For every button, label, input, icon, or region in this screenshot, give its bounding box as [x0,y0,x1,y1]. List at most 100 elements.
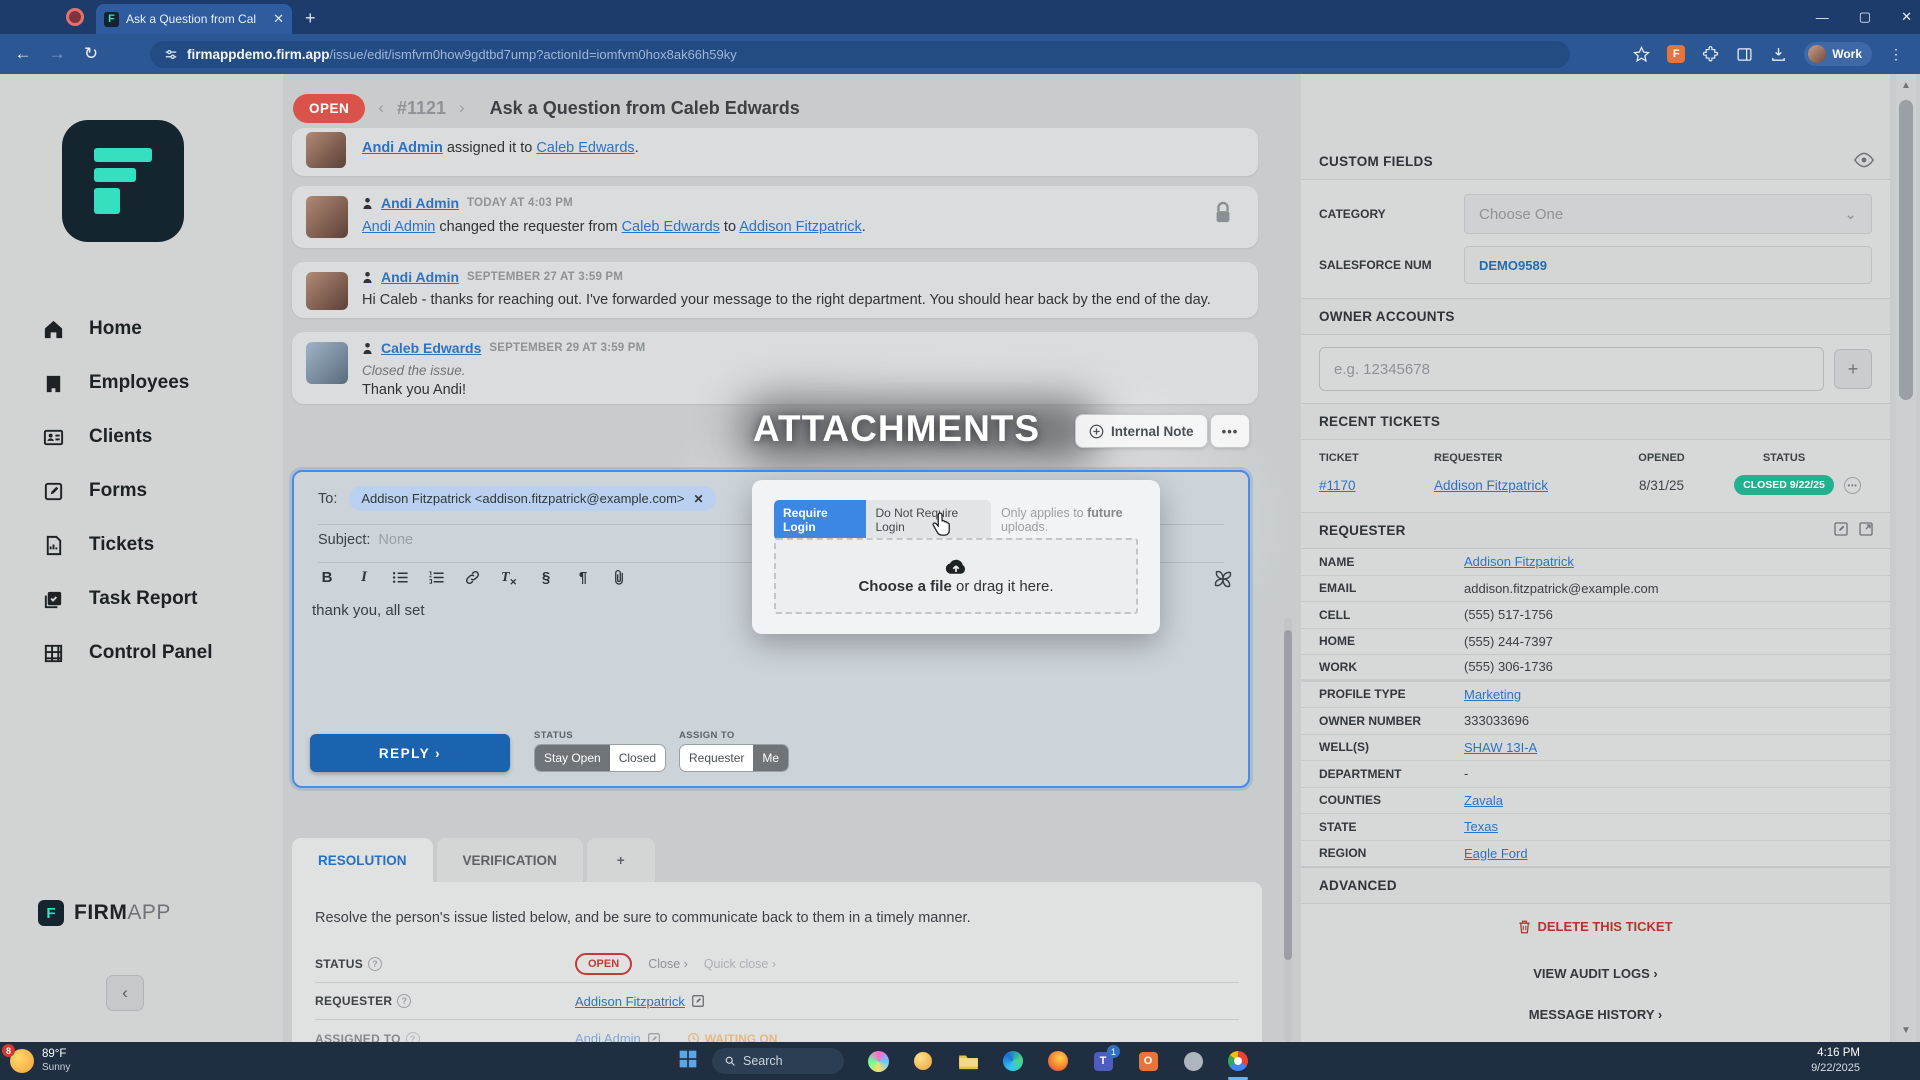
scroll-up-icon[interactable]: ▲ [1896,80,1916,91]
scroll-down-icon[interactable]: ▼ [1896,1025,1916,1036]
author-link[interactable]: Andi Admin [381,269,459,285]
old-requester-link[interactable]: Caleb Edwards [622,219,720,235]
numbered-list-icon[interactable] [428,570,445,585]
category-select[interactable]: Choose One ⌄ [1464,194,1872,234]
attachments-more-button[interactable]: ••• [1210,414,1250,448]
taskbar-search[interactable]: Search [712,1048,844,1074]
side-panel-icon[interactable] [1736,46,1753,63]
attach-file-icon[interactable] [611,569,627,586]
window-maximize-button[interactable]: ▢ [1859,9,1871,25]
browser-tab[interactable]: F Ask a Question from Caleb Edw ✕ [96,4,292,34]
require-login-toggle[interactable]: Require Login [774,500,866,540]
settings-app-icon[interactable] [1181,1049,1205,1073]
edit-box-icon[interactable] [691,994,705,1008]
sidebar-item-forms[interactable]: Forms [0,464,283,518]
internal-note-button[interactable]: Internal Note [1075,414,1208,448]
sidebar-item-tickets[interactable]: Tickets [0,518,283,572]
profile-type-link[interactable]: Marketing [1464,687,1521,702]
ticket-requester-link[interactable]: Addison Fitzpatrick [1434,478,1599,493]
requester-link[interactable]: Addison Fitzpatrick [575,994,685,1009]
do-not-require-login-toggle[interactable]: Do Not Require Login [866,500,991,540]
chrome-icon[interactable] [1226,1049,1250,1073]
start-button[interactable] [678,1049,698,1074]
author-link[interactable]: Andi Admin [362,140,443,156]
bookmark-star-icon[interactable] [1633,46,1650,63]
next-ticket-icon[interactable]: › [459,98,465,118]
bullet-list-icon[interactable] [392,570,409,585]
counties-link[interactable]: Zavala [1464,793,1503,808]
pinwheel-icon[interactable] [1212,568,1234,595]
window-minimize-button[interactable]: — [1816,10,1829,25]
sidebar-item-clients[interactable]: Clients [0,410,283,464]
reply-button[interactable]: REPLY › [310,734,510,772]
help-icon[interactable]: ? [368,957,382,971]
refresh-icon[interactable]: ↻ [74,44,108,64]
teams-icon[interactable]: T1 [1091,1049,1115,1073]
sidebar-item-task-report[interactable]: Task Report [0,572,283,626]
link-icon[interactable] [464,569,481,586]
site-settings-icon[interactable] [164,48,178,62]
paragraph-icon[interactable]: ¶ [574,569,592,586]
tab-add[interactable]: + [587,838,655,882]
file-dropzone[interactable]: Choose a file or drag it here. [774,538,1138,614]
view-audit-logs-link[interactable]: VIEW AUDIT LOGS › [1301,957,1890,990]
firmapp-logo[interactable] [62,120,184,242]
author-link[interactable]: Andi Admin [381,195,459,211]
edge-icon[interactable] [1001,1049,1025,1073]
ticket-link[interactable]: #1170 [1319,478,1434,493]
window-close-button[interactable]: ✕ [1901,9,1912,25]
assign-me-toggle[interactable]: Me [753,745,788,771]
reply-body-input[interactable]: thank you, all set [312,602,425,619]
eye-icon[interactable] [1854,152,1874,168]
download-icon[interactable] [1770,46,1787,63]
page-scrollbar[interactable]: ▲ ▼ [1896,74,1916,1042]
add-owner-account-button[interactable]: + [1834,349,1872,389]
bold-icon[interactable]: B [318,569,336,586]
subject-input[interactable]: None [378,532,413,548]
closed-toggle[interactable]: Closed [610,745,665,771]
tab-close-icon[interactable]: ✕ [273,11,284,27]
choose-file-text[interactable]: Choose a file or drag it here. [858,578,1053,595]
quick-close-action[interactable]: Quick close › [704,957,776,971]
browser-menu-icon[interactable]: ⋮ [1889,46,1904,63]
taskbar-clock[interactable]: 4:16 PM 9/22/2025 [1811,1046,1860,1076]
wells-link[interactable]: SHAW 13I-A [1464,740,1537,755]
tab-resolution[interactable]: RESOLUTION [292,838,433,882]
italic-icon[interactable]: I [355,569,373,586]
owner-account-input[interactable]: e.g. 12345678 [1319,347,1824,391]
region-link[interactable]: Eagle Ford [1464,846,1528,861]
copilot-icon[interactable] [866,1049,890,1073]
new-tab-button[interactable]: + [305,8,316,29]
forward-icon[interactable]: → [40,44,74,64]
bing-weather-icon[interactable] [911,1049,935,1073]
tab-verification[interactable]: VERIFICATION [437,838,583,882]
content-scrollbar[interactable] [1284,618,1292,1042]
external-link-icon[interactable] [1858,521,1874,537]
message-history-link[interactable]: MESSAGE HISTORY › [1301,998,1890,1031]
sidebar-item-control-panel[interactable]: Control Panel [0,626,283,680]
prev-ticket-icon[interactable]: ‹ [378,98,384,118]
requester-name-link[interactable]: Addison Fitzpatrick [1464,554,1574,569]
back-icon[interactable]: ← [6,44,40,64]
assign-requester-toggle[interactable]: Requester [680,745,753,771]
delete-ticket-button[interactable]: DELETE THIS TICKET [1301,910,1890,943]
taskbar-weather-widget[interactable]: 8 89°F Sunny [0,1048,120,1074]
ticket-row-more-icon[interactable]: ••• [1844,477,1861,494]
section-icon[interactable]: § [537,569,555,586]
sidebar-collapse-button[interactable]: ‹ [106,975,144,1011]
help-icon[interactable]: ? [397,994,411,1008]
content-scrollbar-thumb[interactable] [1284,630,1292,960]
url-bar[interactable]: firmappdemo.firm.app/issue/edit/ismfvm0h… [150,41,1570,68]
target-link[interactable]: Caleb Edwards [536,140,634,156]
author-link[interactable]: Caleb Edwards [381,340,481,356]
clear-format-icon[interactable]: T✕ [500,568,518,588]
sidebar-item-home[interactable]: Home [0,302,283,356]
salesforce-input[interactable]: DEMO9589 [1464,246,1872,284]
file-explorer-icon[interactable] [956,1049,980,1073]
recipient-chip[interactable]: Addison Fitzpatrick <addison.fitzpatrick… [349,486,715,511]
office-icon[interactable]: O [1136,1049,1160,1073]
sidebar-item-employees[interactable]: Employees [0,356,283,410]
extensions-puzzle-icon[interactable] [1702,46,1719,63]
author-link[interactable]: Andi Admin [362,219,435,235]
edit-icon[interactable] [1833,521,1849,537]
